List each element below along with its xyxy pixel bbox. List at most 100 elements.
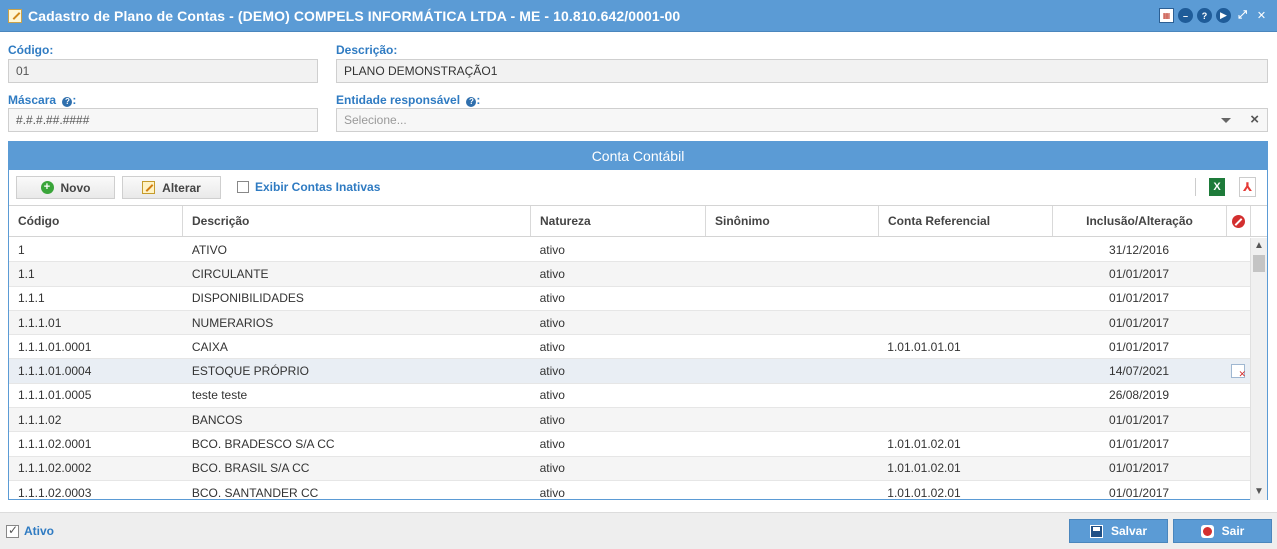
sair-button[interactable]: Sair <box>1173 519 1272 543</box>
cell-codigo: 1.1.1.01 <box>18 315 62 330</box>
help-icon[interactable]: ? <box>466 97 477 107</box>
cell-referencial: 1.01.01.01.01 <box>887 339 961 354</box>
exibir-inativas-label: Exibir Contas Inativas <box>255 180 381 194</box>
cell-data: 01/01/2017 <box>1109 437 1170 452</box>
calendar-icon[interactable]: ▦ <box>1159 8 1174 23</box>
vertical-scrollbar[interactable]: ▲ ▼ <box>1250 238 1267 500</box>
col-descricao[interactable]: Descrição <box>183 206 531 236</box>
remove-row-icon[interactable] <box>1231 364 1246 379</box>
col-conta-referencial[interactable]: Conta Referencial <box>879 206 1053 236</box>
cell-natureza: ativo <box>539 339 565 354</box>
cell-codigo: 1.1.1.02 <box>18 412 62 427</box>
play-icon[interactable]: ▶ <box>1216 8 1231 23</box>
table-row[interactable]: 1.1.1.02.0001 BCO. BRADESCO S/A CC ativo 1.… <box>9 432 1250 457</box>
table-row[interactable]: 1.1.1.01.0001 CAIXA ativo 1.01.01.01.01 01/0… <box>9 335 1250 360</box>
exibir-inativas-toggle[interactable]: Exibir Contas Inativas <box>237 180 380 194</box>
cell-referencial: 1.01.01.02.01 <box>887 485 961 500</box>
cell-descricao: BCO. BRASIL S/A CC <box>191 461 310 476</box>
table-row[interactable]: 1.1.1.01 NUMERARIOS ativo 01/01/2017 <box>9 310 1250 336</box>
mascara-label-text: Máscara <box>8 93 57 107</box>
cell-natureza: ativo <box>539 315 565 330</box>
cell-data: 01/01/2017 <box>1109 412 1170 427</box>
clear-icon[interactable]: × <box>1250 109 1259 131</box>
fullscreen-icon[interactable]: ⤢ <box>1235 8 1250 23</box>
col-delete <box>1227 206 1251 236</box>
help-icon[interactable]: ? <box>1197 8 1212 23</box>
cell-codigo: 1.1.1.01.0005 <box>18 388 92 403</box>
descricao-field[interactable]: PLANO DEMONSTRAÇÃO1 <box>336 59 1268 83</box>
codigo-label: Código: <box>8 43 53 57</box>
pdf-export-icon[interactable]: ⅄ <box>1239 177 1256 197</box>
table-row[interactable]: 1.1.1.02 BANCOS ativo 01/01/2017 <box>9 408 1250 433</box>
col-sinonimo[interactable]: Sinônimo <box>706 206 879 236</box>
table-row[interactable]: 1.1.1 DISPONIBILIDADES ativo 01/01/2017 <box>9 287 1250 311</box>
cell-data: 01/01/2017 <box>1109 315 1170 330</box>
add-icon: + <box>40 181 54 194</box>
mascara-field[interactable]: #.#.#.##.#### <box>8 108 318 132</box>
novo-button[interactable]: + Novo <box>16 176 115 199</box>
mascara-label: Máscara ?: <box>8 93 77 107</box>
conta-contabil-panel: Conta Contábil + Novo Alterar Exibir Con… <box>8 141 1268 500</box>
edit-document-icon <box>8 8 22 23</box>
table-row[interactable]: 1.1.1.01.0004 ESTOQUE PRÓPRIO ativo 14/07/2… <box>9 359 1250 384</box>
cell-codigo: 1.1.1 <box>18 291 45 306</box>
col-codigo[interactable]: Código <box>9 206 183 236</box>
cell-natureza: ativo <box>539 461 565 476</box>
table-row[interactable]: 1.1.1.02.0002 BCO. BRASIL S/A CC ativo 1.01… <box>9 456 1250 481</box>
cell-natureza: ativo <box>539 412 565 427</box>
cell-codigo: 1.1.1.01.0001 <box>18 339 92 354</box>
table-row[interactable]: 1.1.1.01.0005 teste teste ativo 26/08/2019 <box>9 384 1250 409</box>
panel-toolbar: + Novo Alterar Exibir Contas Inativas X … <box>9 170 1267 204</box>
scroll-thumb[interactable] <box>1253 255 1265 272</box>
codigo-label-text: Código: <box>8 43 54 57</box>
cell-natureza: ativo <box>539 266 565 281</box>
cell-natureza: ativo <box>539 437 565 452</box>
cell-natureza: ativo <box>539 364 565 379</box>
col-inclusao-alteracao[interactable]: Inclusão/Alteração <box>1053 206 1227 236</box>
col-natureza[interactable]: Natureza <box>531 206 706 236</box>
cell-data: 26/08/2019 <box>1109 388 1170 403</box>
accounts-grid: Código Descrição Natureza Sinônimo Conta… <box>9 205 1267 500</box>
table-row[interactable]: 1.1.1.02.0003 BCO. SANTANDER CC ativo 1.01.… <box>9 481 1250 500</box>
cell-codigo: 1 <box>18 242 25 257</box>
cell-codigo: 1.1.1.02.0003 <box>18 485 92 500</box>
cell-data: 01/01/2017 <box>1109 485 1170 500</box>
save-icon <box>1089 524 1103 538</box>
cell-descricao: NUMERARIOS <box>191 315 274 330</box>
table-row[interactable]: 1.1 CIRCULANTE ativo 01/01/2017 <box>9 262 1250 287</box>
alterar-button[interactable]: Alterar <box>122 176 221 199</box>
cell-codigo: 1.1.1.01.0004 <box>18 364 92 379</box>
ativo-toggle[interactable]: Ativo <box>6 523 54 538</box>
alterar-button-label: Alterar <box>162 180 201 195</box>
cell-descricao: ATIVO <box>191 242 227 257</box>
scroll-down-icon[interactable]: ▼ <box>1251 484 1267 500</box>
exibir-inativas-checkbox[interactable] <box>237 181 249 193</box>
cell-codigo: 1.1.1.02.0001 <box>18 437 92 452</box>
excel-export-icon[interactable]: X <box>1209 178 1225 196</box>
cell-natureza: ativo <box>539 242 565 257</box>
window-titlebar: Cadastro de Plano de Contas - (DEMO) COM… <box>0 0 1277 32</box>
chevron-down-icon[interactable] <box>1221 118 1231 123</box>
salvar-button-label: Salvar <box>1110 524 1148 538</box>
cell-data: 01/01/2017 <box>1109 339 1170 354</box>
cell-descricao: BANCOS <box>191 412 243 427</box>
cell-data: 01/01/2017 <box>1109 266 1170 281</box>
cell-natureza: ativo <box>539 485 565 500</box>
cell-referencial: 1.01.01.02.01 <box>887 461 961 476</box>
descricao-label-text: Descrição: <box>336 43 398 57</box>
close-icon[interactable]: ✕ <box>1254 8 1269 23</box>
cell-descricao: BCO. BRADESCO S/A CC <box>191 437 335 452</box>
cell-data: 31/12/2016 <box>1109 242 1170 257</box>
cell-codigo: 1.1 <box>18 266 35 281</box>
minimize-icon[interactable]: – <box>1178 8 1193 23</box>
grid-header: Código Descrição Natureza Sinônimo Conta… <box>9 205 1267 237</box>
cell-data: 14/07/2021 <box>1109 364 1170 379</box>
window-controls: ▦ – ? ▶ ⤢ ✕ <box>1159 8 1269 23</box>
help-icon[interactable]: ? <box>62 97 73 107</box>
codigo-field[interactable]: 01 <box>8 59 318 83</box>
ativo-checkbox[interactable] <box>6 523 19 538</box>
entidade-select[interactable]: Selecione... × <box>336 108 1268 132</box>
table-row[interactable]: 1 ATIVO ativo 31/12/2016 <box>9 238 1250 263</box>
salvar-button[interactable]: Salvar <box>1069 519 1168 543</box>
scroll-up-icon[interactable]: ▲ <box>1251 238 1267 254</box>
